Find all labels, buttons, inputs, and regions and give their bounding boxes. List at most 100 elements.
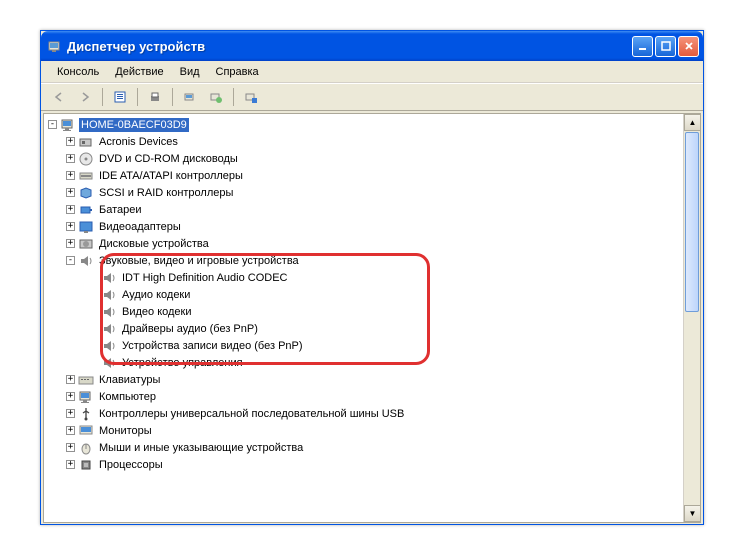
scan-hardware-button[interactable] [178,86,202,108]
expand-icon[interactable]: + [66,460,75,469]
category-label[interactable]: Процессоры [97,458,165,472]
device-label[interactable]: Устройства записи видео (без PnP) [120,339,305,353]
expand-icon[interactable]: + [66,154,75,163]
tree-category[interactable]: + Acronis Devices [44,133,683,150]
tree-category[interactable]: + Компьютер [44,388,683,405]
tree-category[interactable]: - Звуковые, видео и игровые устройства [44,252,683,269]
category-label[interactable]: SCSI и RAID контроллеры [97,186,235,200]
toolbar [41,83,703,111]
tree-device[interactable]: Устройство управления [44,354,683,371]
menu-action[interactable]: Действие [107,64,171,80]
tree-category[interactable]: + Батареи [44,201,683,218]
sound-icon [101,304,117,320]
forward-button[interactable] [73,86,97,108]
show-hidden-button[interactable] [204,86,228,108]
minimize-button[interactable] [632,36,653,57]
ide-icon [78,168,94,184]
tree-category[interactable]: + DVD и CD-ROM дисководы [44,150,683,167]
tree-category[interactable]: + Дисковые устройства [44,235,683,252]
menu-help[interactable]: Справка [208,64,267,80]
maximize-button[interactable] [655,36,676,57]
tree-category[interactable]: + Мыши и иные указывающие устройства [44,439,683,456]
expand-icon[interactable]: + [66,137,75,146]
vertical-scrollbar[interactable]: ▲ ▼ [683,114,700,522]
tree-device[interactable]: Устройства записи видео (без PnP) [44,337,683,354]
separator [172,88,173,106]
separator [233,88,234,106]
scroll-up-button[interactable]: ▲ [684,114,701,131]
usb-icon [78,406,94,422]
expand-icon[interactable]: + [66,205,75,214]
category-label[interactable]: Компьютер [97,390,158,404]
collapse-icon[interactable]: - [48,120,57,129]
disc-icon [78,151,94,167]
titlebar[interactable]: Диспетчер устройств [41,31,703,61]
category-label[interactable]: Контроллеры универсальной последовательн… [97,407,406,421]
expand-icon[interactable]: + [66,426,75,435]
battery-icon [78,202,94,218]
root-label[interactable]: HOME-0BAECF03D9 [79,118,189,132]
hdd-icon [78,236,94,252]
sound-icon [101,287,117,303]
expand-icon[interactable]: - [66,256,75,265]
print-button[interactable] [143,86,167,108]
device-label[interactable]: Драйверы аудио (без PnP) [120,322,260,336]
scroll-down-button[interactable]: ▼ [684,505,701,522]
monitor-icon [78,423,94,439]
tree-device[interactable]: Аудио кодеки [44,286,683,303]
tree-category[interactable]: + Видеоадаптеры [44,218,683,235]
category-label[interactable]: Звуковые, видео и игровые устройства [97,254,301,268]
menu-console[interactable]: Консоль [49,64,107,80]
expand-icon[interactable]: + [66,375,75,384]
device-label[interactable]: Видео кодеки [120,305,194,319]
keyboard-icon [78,372,94,388]
mouse-icon [78,440,94,456]
sound-icon [101,321,117,337]
cpu-icon [78,457,94,473]
computer-icon [78,389,94,405]
menubar: Консоль Действие Вид Справка [41,61,703,83]
close-button[interactable] [678,36,699,57]
back-button[interactable] [47,86,71,108]
tree-category[interactable]: + Мониторы [44,422,683,439]
category-label[interactable]: DVD и CD-ROM дисководы [97,152,240,166]
scsi-icon [78,185,94,201]
category-label[interactable]: Дисковые устройства [97,237,211,251]
tree-device[interactable]: Драйверы аудио (без PnP) [44,320,683,337]
expand-icon[interactable]: + [66,443,75,452]
tree-device[interactable]: IDT High Definition Audio CODEC [44,269,683,286]
tree-category[interactable]: + Клавиатуры [44,371,683,388]
category-label[interactable]: Acronis Devices [97,135,180,149]
update-driver-button[interactable] [239,86,263,108]
category-label[interactable]: IDE ATA/ATAPI контроллеры [97,169,245,183]
category-label[interactable]: Батареи [97,203,144,217]
category-label[interactable]: Мыши и иные указывающие устройства [97,441,305,455]
device-label[interactable]: IDT High Definition Audio CODEC [120,271,289,285]
device-tree[interactable]: - HOME-0BAECF03D9 + Acronis Devices + DVD и C… [44,114,683,522]
tree-category[interactable]: + Процессоры [44,456,683,473]
tree-root[interactable]: - HOME-0BAECF03D9 [44,116,683,133]
tree-category[interactable]: + IDE ATA/ATAPI контроллеры [44,167,683,184]
separator [137,88,138,106]
expand-icon[interactable]: + [66,188,75,197]
expand-icon[interactable]: + [66,409,75,418]
scroll-thumb[interactable] [685,132,699,312]
tree-category[interactable]: + Контроллеры универсальной последователь… [44,405,683,422]
expand-icon[interactable]: + [66,222,75,231]
titlebar-text: Диспетчер устройств [67,39,632,54]
sound-icon [78,253,94,269]
category-label[interactable]: Видеоадаптеры [97,220,183,234]
category-label[interactable]: Мониторы [97,424,154,438]
menu-view[interactable]: Вид [172,64,208,80]
category-label[interactable]: Клавиатуры [97,373,162,387]
expand-icon[interactable]: + [66,171,75,180]
device-label[interactable]: Устройство управления [120,356,245,370]
expand-icon[interactable]: + [66,239,75,248]
tree-category[interactable]: + SCSI и RAID контроллеры [44,184,683,201]
expand-icon[interactable]: + [66,392,75,401]
tree-device[interactable]: Видео кодеки [44,303,683,320]
app-icon [47,38,63,54]
computer-icon [60,117,76,133]
properties-button[interactable] [108,86,132,108]
device-label[interactable]: Аудио кодеки [120,288,192,302]
